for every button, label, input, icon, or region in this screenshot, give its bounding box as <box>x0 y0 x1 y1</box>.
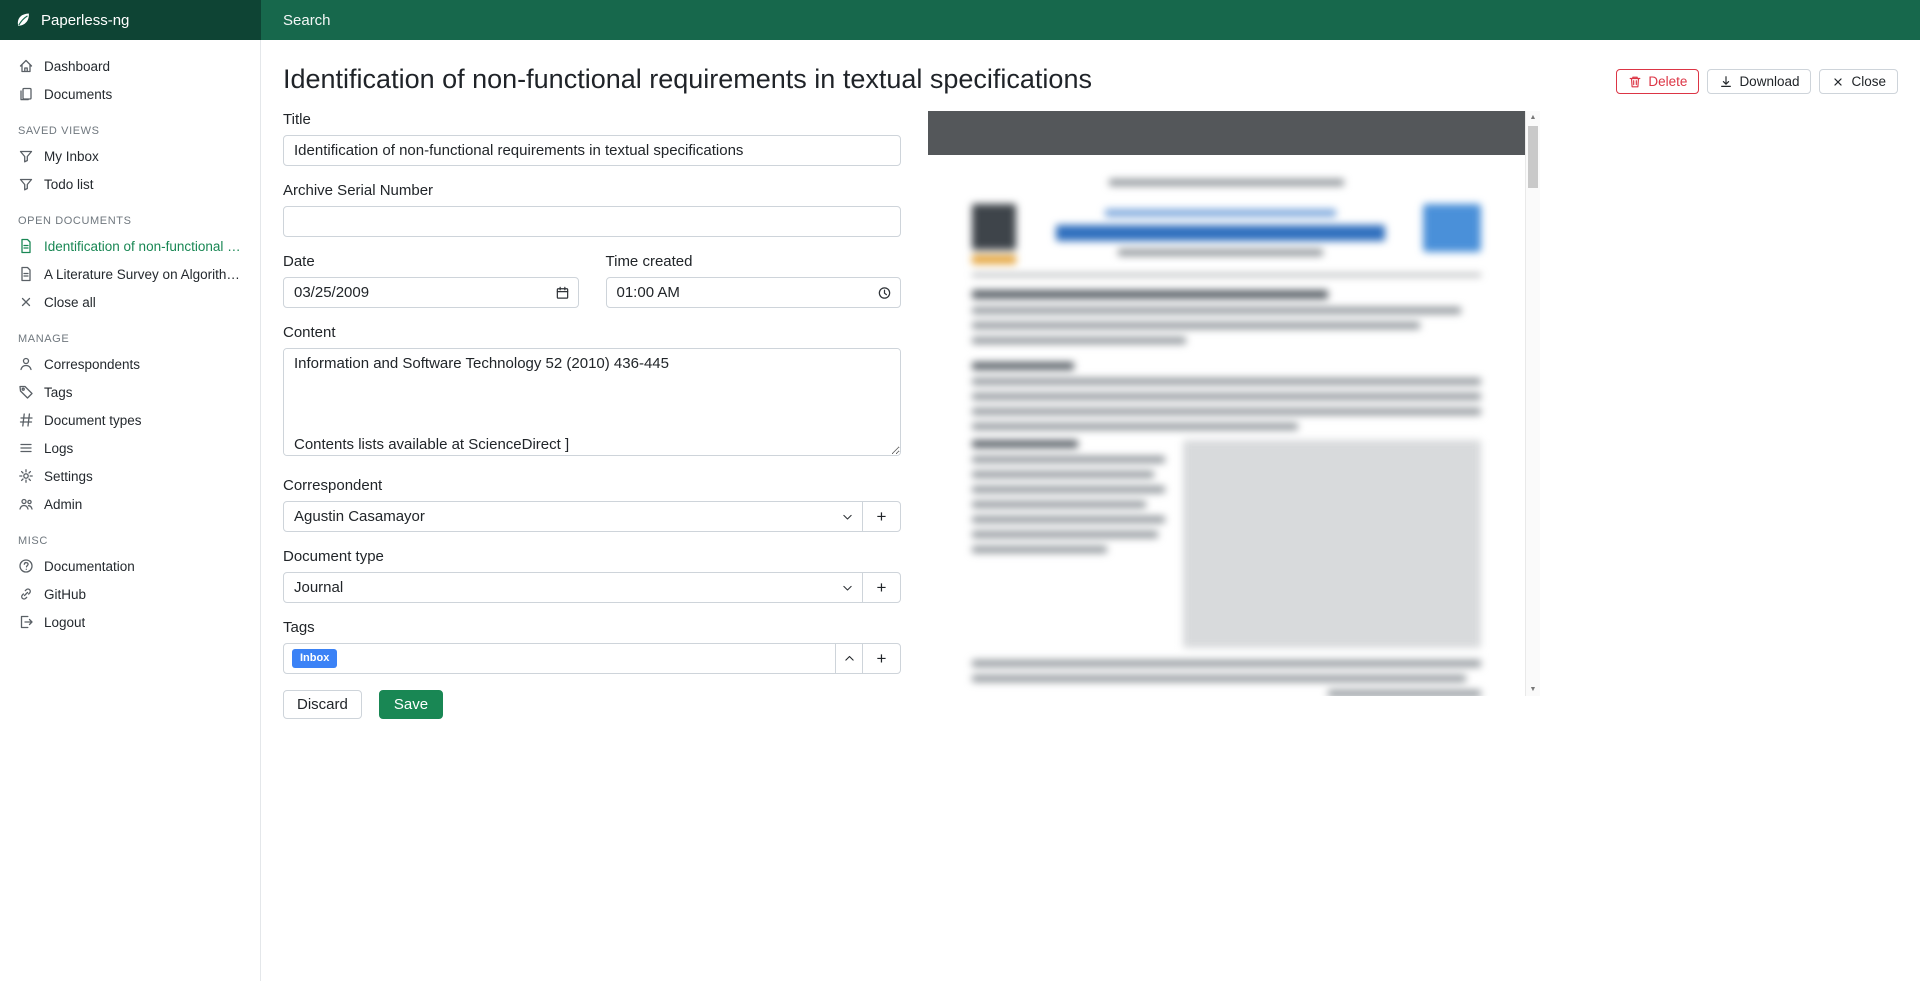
download-icon <box>1719 75 1733 89</box>
add-document-type-button[interactable]: + <box>862 572 901 603</box>
plus-icon: + <box>877 508 887 525</box>
title-input[interactable] <box>283 135 901 166</box>
publisher-logo-placeholder <box>1423 204 1481 252</box>
document-type-label: Document type <box>283 548 901 565</box>
app-brand[interactable]: Paperless-ng <box>0 0 261 40</box>
sidebar-section-open-documents: OPEN DOCUMENTS <box>0 198 260 232</box>
document-edit-form: Title Archive Serial Number Date Time cr… <box>283 111 901 739</box>
file-icon <box>18 266 34 282</box>
discard-button[interactable]: Discard <box>283 690 362 719</box>
date-input[interactable] <box>283 277 579 308</box>
search-bar <box>261 0 1920 40</box>
trash-icon <box>1628 75 1642 89</box>
main-content: Identification of non-functional require… <box>261 40 1920 981</box>
delete-button[interactable]: Delete <box>1616 69 1699 94</box>
users-icon <box>18 496 34 512</box>
leaf-icon <box>14 11 32 29</box>
sidebar-section-misc: MISC <box>0 518 260 552</box>
chevron-up-icon <box>843 652 856 665</box>
close-icon <box>18 294 34 310</box>
close-button[interactable]: Close <box>1819 69 1898 94</box>
filter-icon <box>18 148 34 164</box>
person-icon <box>18 356 34 372</box>
documents-icon <box>18 86 34 102</box>
asn-label: Archive Serial Number <box>283 182 901 199</box>
date-label: Date <box>283 253 579 270</box>
add-tag-button[interactable]: + <box>862 643 901 674</box>
scroll-down-icon[interactable]: ▼ <box>1530 686 1537 693</box>
sidebar-item-github[interactable]: GitHub <box>0 580 260 608</box>
close-icon <box>1831 75 1845 89</box>
sidebar-item-dashboard[interactable]: Dashboard <box>0 52 260 80</box>
file-icon <box>18 238 34 254</box>
page-title: Identification of non-functional require… <box>283 64 1092 95</box>
sidebar-item-my-inbox[interactable]: My Inbox <box>0 142 260 170</box>
filter-icon <box>18 176 34 192</box>
sidebar-item-admin[interactable]: Admin <box>0 490 260 518</box>
sidebar-item-open-doc-1[interactable]: Identification of non-functional require… <box>0 232 260 260</box>
journal-logo-placeholder <box>972 204 1016 250</box>
blurred-document-content <box>928 155 1525 696</box>
plus-icon: + <box>877 579 887 596</box>
sidebar-item-logout[interactable]: Logout <box>0 608 260 636</box>
content-textarea[interactable]: Information and Software Technology 52 (… <box>283 348 901 456</box>
tag-icon <box>18 384 34 400</box>
sidebar-item-logs[interactable]: Logs <box>0 434 260 462</box>
add-correspondent-button[interactable]: + <box>862 501 901 532</box>
title-label: Title <box>283 111 901 128</box>
sidebar-item-tags[interactable]: Tags <box>0 378 260 406</box>
scroll-up-icon[interactable]: ▲ <box>1530 114 1537 121</box>
logout-icon <box>18 614 34 630</box>
correspondent-label: Correspondent <box>283 477 901 494</box>
tags-input[interactable]: Inbox <box>283 643 836 674</box>
brand-name: Paperless-ng <box>41 12 129 29</box>
sidebar-item-correspondents[interactable]: Correspondents <box>0 350 260 378</box>
tags-label: Tags <box>283 619 901 636</box>
tags-dropdown-toggle[interactable] <box>835 643 863 674</box>
hash-icon <box>18 412 34 428</box>
house-icon <box>18 58 34 74</box>
sidebar-item-document-types[interactable]: Document types <box>0 406 260 434</box>
time-created-label: Time created <box>606 253 902 270</box>
document-type-select[interactable]: Journal <box>283 572 863 603</box>
sidebar-section-manage: MANAGE <box>0 316 260 350</box>
top-navbar: Paperless-ng <box>0 0 1920 40</box>
document-preview: ▲ ▼ <box>928 111 1540 696</box>
sidebar-item-settings[interactable]: Settings <box>0 462 260 490</box>
preview-scrollbar[interactable]: ▲ ▼ <box>1525 111 1540 696</box>
save-button[interactable]: Save <box>379 690 443 719</box>
sidebar-item-todo-list[interactable]: Todo list <box>0 170 260 198</box>
pdf-page <box>928 155 1525 696</box>
correspondent-select[interactable]: Agustin Casamayor <box>283 501 863 532</box>
archive-serial-number-input[interactable] <box>283 206 901 237</box>
sidebar-item-documents[interactable]: Documents <box>0 80 260 108</box>
sidebar-item-documentation[interactable]: Documentation <box>0 552 260 580</box>
sidebar: Dashboard Documents SAVED VIEWS My Inbox… <box>0 40 261 981</box>
sidebar-item-open-doc-2[interactable]: A Literature Survey on Algorithms for Mu… <box>0 260 260 288</box>
document-actions: Delete Download Close <box>1616 69 1898 94</box>
scrollbar-thumb[interactable] <box>1528 126 1538 188</box>
sidebar-item-close-all[interactable]: Close all <box>0 288 260 316</box>
gear-icon <box>18 468 34 484</box>
content-label: Content <box>283 324 901 341</box>
plus-icon: + <box>877 650 887 667</box>
time-created-input[interactable] <box>606 277 902 308</box>
question-icon <box>18 558 34 574</box>
list-icon <box>18 440 34 456</box>
figure-placeholder <box>1183 440 1481 648</box>
tag-badge-inbox[interactable]: Inbox <box>292 649 337 667</box>
download-button[interactable]: Download <box>1707 69 1811 94</box>
sidebar-section-saved-views: SAVED VIEWS <box>0 108 260 142</box>
link-icon <box>18 586 34 602</box>
search-input[interactable] <box>283 12 923 29</box>
pdf-toolbar <box>928 111 1525 155</box>
